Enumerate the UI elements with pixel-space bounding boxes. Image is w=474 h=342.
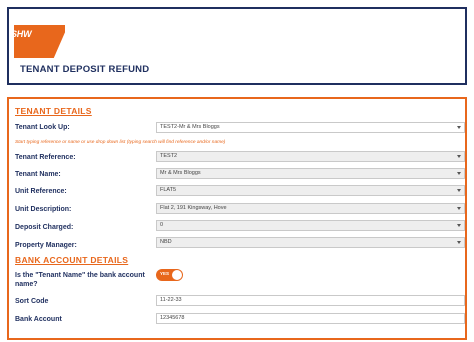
property-manager-label: Property Manager: [15, 242, 77, 249]
deposit-charged-label: Deposit Charged: [15, 224, 74, 231]
chevron-down-icon [457, 155, 461, 158]
refund-form: TENANT DETAILS Tenant Look Up: TEST2-Mr … [7, 97, 467, 340]
sort-code-value: 11-22-33 [160, 297, 182, 303]
tenant-name-value: Mr & Mrs Bloggs [160, 170, 201, 176]
chevron-down-icon [457, 224, 461, 227]
unit-reference-select[interactable]: FLAT5 [156, 185, 465, 196]
chevron-down-icon [457, 126, 461, 129]
tenant-lookup-label: Tenant Look Up: [15, 124, 70, 131]
toggle-knob [172, 270, 182, 280]
unit-description-select[interactable]: Flat 2, 191 Kingsway, Hove [156, 203, 465, 214]
deposit-charged-value: 0 [160, 222, 164, 228]
toggle-yes-label: YES [160, 271, 170, 276]
unit-reference-value: FLAT5 [160, 187, 177, 193]
tenant-reference-select[interactable]: TEST2 [156, 151, 465, 162]
chevron-down-icon [457, 241, 461, 244]
logo-text: SHW [11, 29, 32, 39]
bank-account-input[interactable]: 12345678 [156, 313, 465, 324]
bank-details-heading: BANK ACCOUNT DETAILS [15, 255, 129, 265]
tenant-reference-label: Tenant Reference: [15, 154, 76, 161]
deposit-charged-select[interactable]: 0 [156, 220, 465, 231]
bank-name-toggle[interactable]: YES [156, 269, 183, 281]
tenant-lookup-value: TEST2-Mr & Mrs Bloggs [160, 124, 220, 130]
property-manager-value: NBD [160, 239, 172, 245]
chevron-down-icon [457, 189, 461, 192]
bank-name-question-line1: Is the "Tenant Name" the bank account [15, 272, 145, 279]
header-panel: SHW TENANT DEPOSIT REFUND [7, 7, 467, 85]
lookup-hint: Start typing reference or name or use dr… [15, 140, 226, 145]
unit-description-value: Flat 2, 191 Kingsway, Hove [160, 205, 227, 211]
sort-code-input[interactable]: 11-22-33 [156, 295, 465, 306]
page-title: TENANT DEPOSIT REFUND [20, 64, 150, 75]
tenant-name-label: Tenant Name: [15, 171, 61, 178]
bank-name-question-line2: name? [15, 281, 38, 288]
bank-account-value: 12345678 [160, 315, 185, 321]
unit-reference-label: Unit Reference: [15, 188, 67, 195]
chevron-down-icon [457, 207, 461, 210]
tenant-name-select[interactable]: Mr & Mrs Bloggs [156, 168, 465, 179]
tenant-details-heading: TENANT DETAILS [15, 106, 92, 116]
tenant-reference-value: TEST2 [160, 153, 178, 159]
chevron-down-icon [457, 172, 461, 175]
tenant-lookup-select[interactable]: TEST2-Mr & Mrs Bloggs [156, 122, 465, 133]
unit-description-label: Unit Description: [15, 206, 72, 213]
bank-account-label: Bank Account [15, 316, 62, 323]
property-manager-select[interactable]: NBD [156, 237, 465, 248]
sort-code-label: Sort Code [15, 298, 49, 305]
